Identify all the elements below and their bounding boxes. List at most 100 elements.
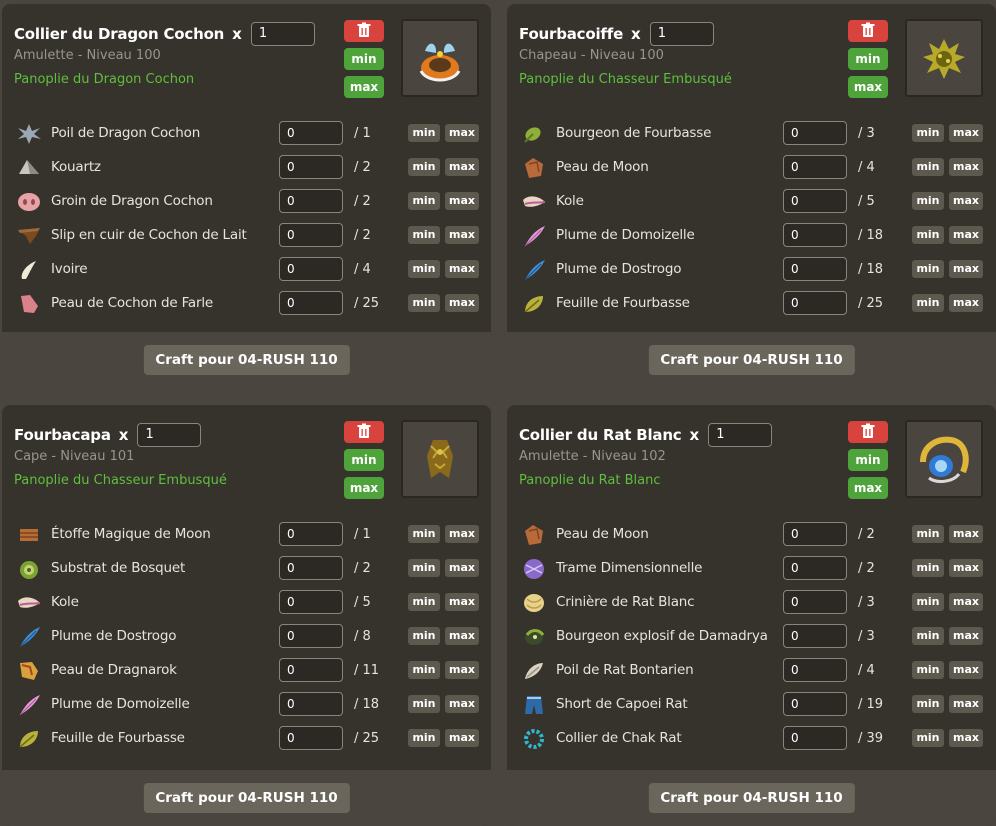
- resource-quantity-input[interactable]: 0: [783, 726, 847, 750]
- quantity-input[interactable]: 1: [137, 423, 202, 447]
- resource-quantity-input[interactable]: 0: [783, 624, 847, 648]
- resource-quantity-input[interactable]: 0: [783, 155, 847, 179]
- set-link[interactable]: Panoplie du Chasseur Embusqué: [14, 473, 227, 488]
- resource-quantity-input[interactable]: 0: [783, 556, 847, 580]
- max-button[interactable]: max: [848, 76, 888, 98]
- resource-quantity-input[interactable]: 0: [783, 189, 847, 213]
- resource-max-button[interactable]: max: [949, 226, 983, 244]
- resource-min-button[interactable]: min: [408, 226, 440, 244]
- resource-quantity-input[interactable]: 0: [279, 223, 343, 247]
- resource-min-button[interactable]: min: [912, 559, 944, 577]
- quantity-input[interactable]: 1: [708, 423, 773, 447]
- max-button[interactable]: max: [344, 477, 384, 499]
- resource-min-button[interactable]: min: [912, 226, 944, 244]
- resource-quantity-input[interactable]: 0: [783, 658, 847, 682]
- resource-max-button[interactable]: max: [445, 729, 479, 747]
- resource-min-button[interactable]: min: [912, 294, 944, 312]
- quantity-input[interactable]: 1: [649, 22, 714, 46]
- craft-button[interactable]: Craft pour 04-RUSH 110: [143, 345, 350, 375]
- resource-max-button[interactable]: max: [949, 695, 983, 713]
- resource-min-button[interactable]: min: [912, 729, 944, 747]
- craft-button[interactable]: Craft pour 04-RUSH 110: [648, 783, 855, 813]
- resource-min-button[interactable]: min: [912, 260, 944, 278]
- resource-quantity-input[interactable]: 0: [783, 223, 847, 247]
- resource-min-button[interactable]: min: [408, 525, 440, 543]
- resource-max-button[interactable]: max: [949, 158, 983, 176]
- resource-max-button[interactable]: max: [445, 525, 479, 543]
- resource-quantity-input[interactable]: 0: [783, 590, 847, 614]
- resource-quantity-input[interactable]: 0: [279, 257, 343, 281]
- resource-quantity-input[interactable]: 0: [279, 522, 343, 546]
- resource-max-button[interactable]: max: [445, 294, 479, 312]
- max-button[interactable]: max: [344, 76, 384, 98]
- resource-quantity-input[interactable]: 0: [783, 291, 847, 315]
- set-link[interactable]: Panoplie du Dragon Cochon: [14, 72, 194, 87]
- resource-max-button[interactable]: max: [949, 593, 983, 611]
- resource-max-button[interactable]: max: [445, 593, 479, 611]
- resource-min-button[interactable]: min: [408, 294, 440, 312]
- resource-max-button[interactable]: max: [445, 124, 479, 142]
- resource-quantity-input[interactable]: 0: [279, 692, 343, 716]
- resource-quantity-input[interactable]: 0: [279, 121, 343, 145]
- resource-quantity-input[interactable]: 0: [279, 624, 343, 648]
- resource-max-button[interactable]: max: [949, 260, 983, 278]
- resource-max-button[interactable]: max: [445, 226, 479, 244]
- resource-min-button[interactable]: min: [912, 525, 944, 543]
- resource-min-button[interactable]: min: [912, 192, 944, 210]
- resource-quantity-input[interactable]: 0: [783, 121, 847, 145]
- resource-max-button[interactable]: max: [949, 192, 983, 210]
- max-button[interactable]: max: [848, 477, 888, 499]
- resource-max-button[interactable]: max: [949, 294, 983, 312]
- resource-quantity-input[interactable]: 0: [279, 556, 343, 580]
- delete-button[interactable]: [848, 421, 888, 443]
- resource-max-button[interactable]: max: [445, 158, 479, 176]
- resource-min-button[interactable]: min: [408, 158, 440, 176]
- resource-min-button[interactable]: min: [912, 593, 944, 611]
- resource-min-button[interactable]: min: [408, 192, 440, 210]
- resource-max-button[interactable]: max: [949, 559, 983, 577]
- resource-quantity-input[interactable]: 0: [279, 291, 343, 315]
- set-link[interactable]: Panoplie du Rat Blanc: [519, 473, 660, 488]
- craft-button[interactable]: Craft pour 04-RUSH 110: [143, 783, 350, 813]
- resource-max-button[interactable]: max: [445, 260, 479, 278]
- resource-min-button[interactable]: min: [912, 158, 944, 176]
- delete-button[interactable]: [344, 421, 384, 443]
- delete-button[interactable]: [344, 20, 384, 42]
- resource-max-button[interactable]: max: [445, 695, 479, 713]
- min-button[interactable]: min: [848, 449, 888, 471]
- resource-quantity-input[interactable]: 0: [279, 189, 343, 213]
- resource-max-button[interactable]: max: [949, 627, 983, 645]
- resource-quantity-input[interactable]: 0: [783, 257, 847, 281]
- resource-max-button[interactable]: max: [949, 124, 983, 142]
- resource-min-button[interactable]: min: [408, 627, 440, 645]
- resource-min-button[interactable]: min: [912, 124, 944, 142]
- delete-button[interactable]: [848, 20, 888, 42]
- resource-min-button[interactable]: min: [408, 559, 440, 577]
- resource-quantity-input[interactable]: 0: [783, 692, 847, 716]
- min-button[interactable]: min: [848, 48, 888, 70]
- resource-max-button[interactable]: max: [949, 729, 983, 747]
- set-link[interactable]: Panoplie du Chasseur Embusqué: [519, 72, 732, 87]
- resource-min-button[interactable]: min: [408, 260, 440, 278]
- resource-max-button[interactable]: max: [445, 559, 479, 577]
- resource-quantity-input[interactable]: 0: [279, 726, 343, 750]
- resource-quantity-input[interactable]: 0: [279, 155, 343, 179]
- resource-min-button[interactable]: min: [408, 661, 440, 679]
- resource-min-button[interactable]: min: [912, 661, 944, 679]
- min-button[interactable]: min: [344, 449, 384, 471]
- quantity-input[interactable]: 1: [250, 22, 315, 46]
- craft-button[interactable]: Craft pour 04-RUSH 110: [648, 345, 855, 375]
- resource-max-button[interactable]: max: [445, 627, 479, 645]
- min-button[interactable]: min: [344, 48, 384, 70]
- resource-min-button[interactable]: min: [408, 695, 440, 713]
- resource-max-button[interactable]: max: [445, 192, 479, 210]
- resource-min-button[interactable]: min: [408, 593, 440, 611]
- resource-quantity-input[interactable]: 0: [783, 522, 847, 546]
- resource-max-button[interactable]: max: [949, 525, 983, 543]
- resource-quantity-input[interactable]: 0: [279, 590, 343, 614]
- resource-min-button[interactable]: min: [408, 124, 440, 142]
- resource-min-button[interactable]: min: [408, 729, 440, 747]
- resource-min-button[interactable]: min: [912, 695, 944, 713]
- resource-max-button[interactable]: max: [445, 661, 479, 679]
- resource-max-button[interactable]: max: [949, 661, 983, 679]
